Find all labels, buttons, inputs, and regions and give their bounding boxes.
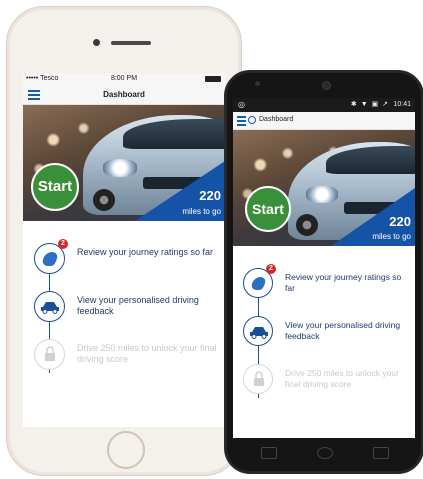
step-label: Review your journey ratings so far — [77, 247, 214, 257]
android-screen: ◎ ✱ ▼ ▣ ↗ 10:41 Dashboard Start 220 mile… — [233, 98, 415, 438]
step-label: Drive 250 miles to unlock your final dri… — [77, 343, 217, 365]
miles-remaining-label: miles to go — [372, 232, 411, 241]
steps-list: 2 Review your journey ratings so far Vie… — [233, 256, 415, 406]
list-item: Drive 250 miles to unlock your final dri… — [233, 362, 415, 402]
lock-icon — [34, 339, 65, 370]
nav-bar: Dashboard — [23, 86, 225, 105]
hamburger-menu-icon[interactable] — [237, 116, 246, 126]
start-button[interactable]: Start — [245, 186, 291, 232]
notification-badge: 2 — [266, 264, 276, 274]
list-item[interactable]: 2 Review your journey ratings so far — [233, 264, 415, 306]
miles-remaining-value: 220 — [389, 214, 411, 229]
step-label: View your personalised driving feedback — [285, 320, 401, 341]
android-nav-keys — [225, 447, 423, 463]
step-label: Review your journey ratings so far — [285, 272, 402, 293]
page-title: Dashboard — [103, 90, 145, 99]
status-bar: ◎ ✱ ▼ ▣ ↗ 10:41 — [233, 98, 415, 112]
status-bar: ••••• Tesco 8:00 PM — [23, 73, 225, 86]
start-button[interactable]: Start — [31, 163, 79, 211]
list-item[interactable]: 2 Review your journey ratings so far — [23, 239, 225, 281]
car-icon — [34, 291, 65, 322]
recents-key-icon[interactable] — [373, 447, 389, 459]
front-camera — [93, 39, 100, 46]
steps-list: 2 Review your journey ratings so far Vie… — [23, 231, 225, 381]
front-camera — [322, 81, 331, 90]
hero-banner: Start 220 miles to go — [233, 130, 415, 246]
iphone-screen: ••••• Tesco 8:00 PM Dashboard Start 220 … — [23, 73, 225, 427]
step-label: Drive 250 miles to unlock your final dri… — [285, 368, 399, 389]
notification-badge: 2 — [58, 239, 68, 249]
car-icon — [243, 316, 273, 346]
step-label: View your personalised driving feedback — [77, 295, 199, 317]
lock-icon — [243, 364, 273, 394]
status-time: 10:41 — [393, 101, 411, 108]
nav-bar: Dashboard — [233, 112, 415, 130]
miles-remaining-label: miles to go — [182, 207, 221, 216]
iphone-device: ••••• Tesco 8:00 PM Dashboard Start 220 … — [6, 6, 242, 476]
sensor — [255, 81, 260, 86]
miles-remaining-value: 220 — [199, 188, 221, 203]
android-device: ◎ ✱ ▼ ▣ ↗ 10:41 Dashboard Start 220 mile… — [224, 70, 423, 474]
notification-icon: ◎ — [238, 100, 245, 109]
page-title: Dashboard — [259, 116, 294, 123]
battery-icon — [205, 76, 221, 82]
status-indicators: ✱ ▼ ▣ ↗ — [350, 101, 389, 108]
hero-banner: Start 220 miles to go — [23, 105, 225, 221]
app-logo-icon — [248, 116, 256, 124]
earpiece-speaker — [111, 41, 151, 45]
home-button[interactable] — [107, 431, 145, 469]
list-item[interactable]: View your personalised driving feedback — [233, 314, 415, 354]
back-key-icon[interactable] — [261, 447, 277, 459]
list-item: Drive 250 miles to unlock your final dri… — [23, 337, 225, 377]
status-time: 8:00 PM — [110, 75, 138, 82]
home-key-icon[interactable] — [317, 447, 333, 459]
list-item[interactable]: View your personalised driving feedback — [23, 289, 225, 329]
